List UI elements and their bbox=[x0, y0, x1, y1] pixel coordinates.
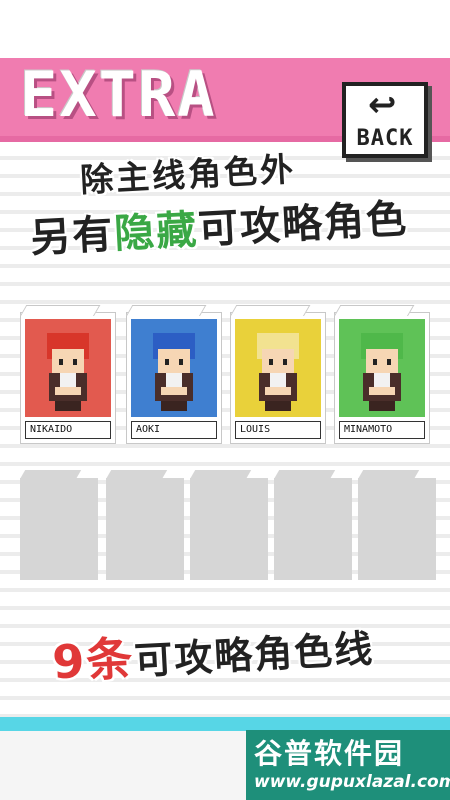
character-name: NIKAIDO bbox=[25, 421, 111, 439]
locked-slot-tab bbox=[190, 470, 252, 479]
character-portrait bbox=[339, 319, 425, 417]
character-eye bbox=[387, 359, 391, 365]
character-legs bbox=[369, 401, 395, 411]
character-portrait bbox=[235, 319, 321, 417]
promo-line-2-highlight: 隐藏 bbox=[113, 207, 200, 258]
character-face bbox=[366, 349, 398, 373]
pixel-character bbox=[43, 333, 93, 413]
watermark-url: www.gupuxlazal.com bbox=[254, 772, 450, 792]
character-eye bbox=[179, 359, 183, 365]
character-hands bbox=[265, 387, 291, 395]
character-eye bbox=[73, 359, 77, 365]
back-button-label: BACK bbox=[356, 126, 414, 151]
locked-slot-tab bbox=[274, 470, 336, 479]
character-legs bbox=[161, 401, 187, 411]
page-title: EXTRA bbox=[20, 58, 217, 131]
character-face bbox=[52, 349, 84, 373]
character-cards: NIKAIDO AOKI LOUIS MINAMOTO bbox=[20, 305, 440, 447]
character-eye bbox=[373, 359, 377, 365]
locked-slot bbox=[274, 470, 352, 580]
promo-line-2-b: 可攻略角色 bbox=[197, 196, 410, 254]
character-hands bbox=[369, 387, 395, 395]
locked-slot bbox=[358, 470, 436, 580]
promo-line-3-b: 可攻略角色线 bbox=[133, 626, 376, 684]
character-card-aoki[interactable]: AOKI bbox=[126, 305, 222, 444]
card-tab bbox=[334, 305, 415, 316]
card-tab bbox=[126, 305, 207, 316]
pixel-character bbox=[149, 333, 199, 413]
promo-line-3-highlight: 9条 bbox=[50, 631, 136, 690]
character-eye bbox=[283, 359, 287, 365]
character-name: MINAMOTO bbox=[339, 421, 425, 439]
locked-slot-tab bbox=[358, 470, 420, 479]
footer-band bbox=[0, 717, 450, 731]
character-name: LOUIS bbox=[235, 421, 321, 439]
character-hands bbox=[161, 387, 187, 395]
character-name: AOKI bbox=[131, 421, 217, 439]
locked-slot bbox=[106, 470, 184, 580]
card-tab bbox=[20, 305, 101, 316]
character-legs bbox=[55, 401, 81, 411]
character-face bbox=[158, 349, 190, 373]
locked-slot bbox=[20, 470, 98, 580]
character-hands bbox=[55, 387, 81, 395]
pixel-character bbox=[357, 333, 407, 413]
top-bar bbox=[0, 0, 450, 58]
site-watermark: 谷普软件园 www.gupuxlazal.com bbox=[246, 730, 450, 800]
character-face bbox=[262, 349, 294, 373]
character-eye bbox=[165, 359, 169, 365]
character-card-louis[interactable]: LOUIS bbox=[230, 305, 326, 444]
card-tab bbox=[230, 305, 311, 316]
locked-slot bbox=[190, 470, 268, 580]
pixel-character bbox=[253, 333, 303, 413]
promo-line-2-a: 另有 bbox=[29, 211, 116, 262]
locked-slot-tab bbox=[106, 470, 168, 479]
back-button[interactable]: ↩ BACK bbox=[342, 82, 428, 158]
character-card-minamoto[interactable]: MINAMOTO bbox=[334, 305, 430, 444]
character-card-nikaido[interactable]: NIKAIDO bbox=[20, 305, 116, 444]
character-legs bbox=[265, 401, 291, 411]
watermark-title: 谷普软件园 bbox=[254, 737, 405, 770]
return-arrow-icon: ↩ bbox=[368, 85, 397, 125]
character-eye bbox=[59, 359, 63, 365]
locked-slots bbox=[20, 470, 440, 580]
character-eye bbox=[269, 359, 273, 365]
locked-slot-tab bbox=[20, 470, 82, 479]
character-portrait bbox=[131, 319, 217, 417]
character-portrait bbox=[25, 319, 111, 417]
